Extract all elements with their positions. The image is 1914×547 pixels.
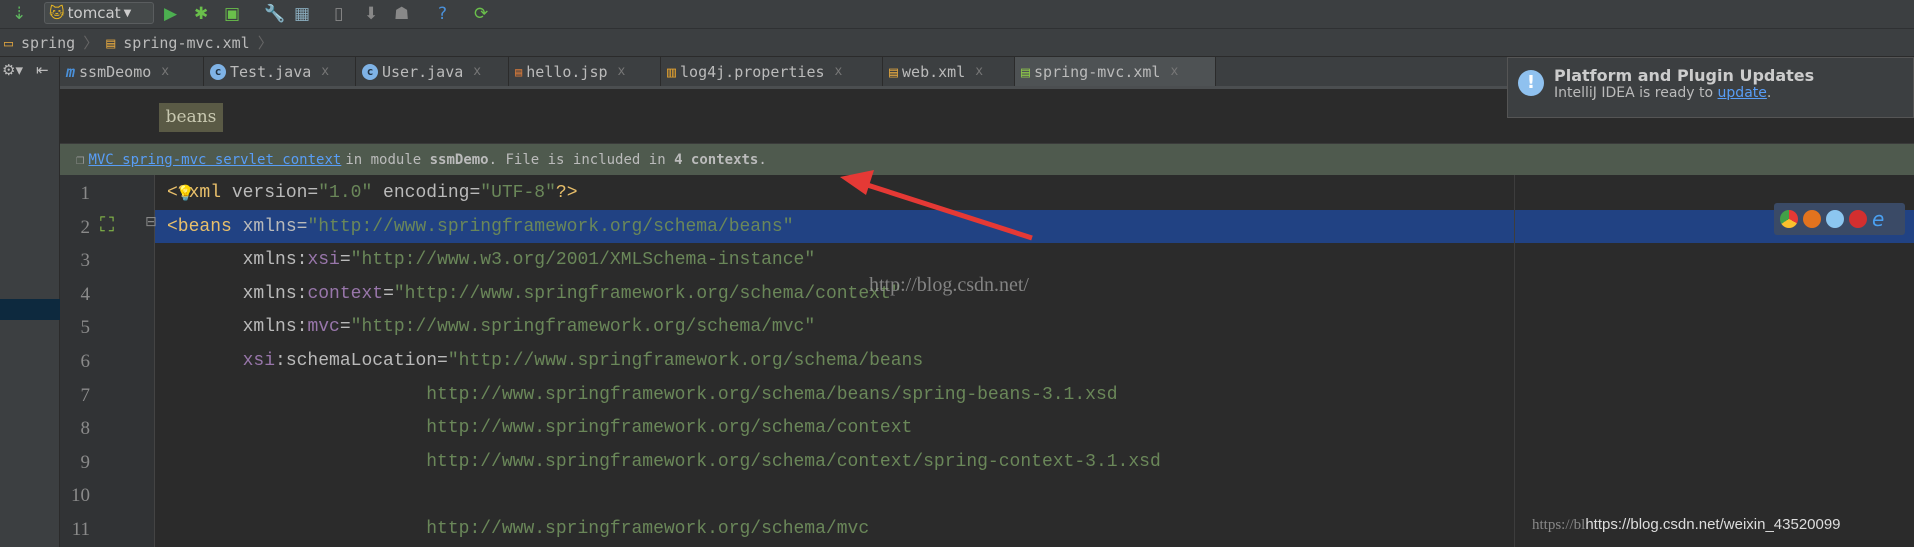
watermark-corner: https://blhttps://blog.csdn.net/weixin_4… bbox=[1532, 516, 1841, 533]
watermark-center: http://blog.csdn.net/ bbox=[869, 274, 1029, 296]
